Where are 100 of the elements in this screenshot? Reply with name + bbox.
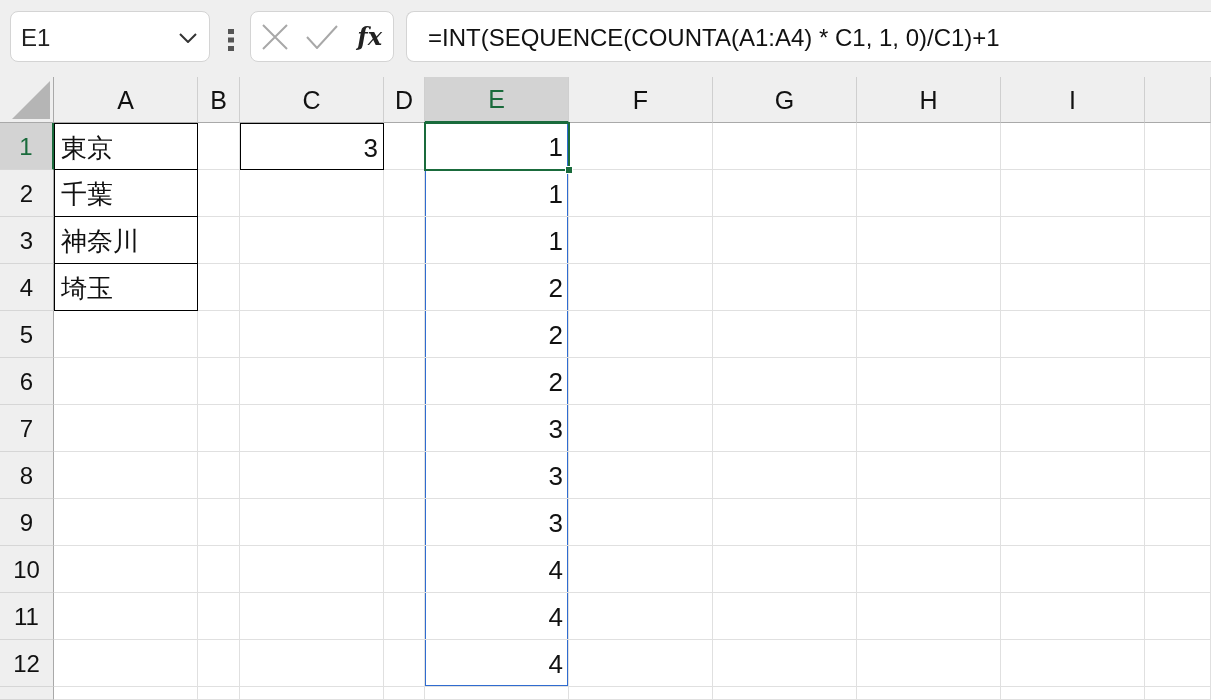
chevron-down-icon[interactable] [179, 32, 197, 43]
spreadsheet-cell[interactable]: 神奈川 [54, 217, 198, 264]
column-header[interactable]: C [240, 77, 384, 123]
spreadsheet-cell[interactable] [198, 123, 240, 170]
spreadsheet-cell[interactable] [384, 546, 425, 593]
spreadsheet-cell[interactable] [857, 452, 1001, 499]
spreadsheet-cell[interactable] [1145, 640, 1211, 687]
spreadsheet-cell[interactable] [857, 640, 1001, 687]
spreadsheet-cell[interactable] [198, 311, 240, 358]
column-header[interactable]: H [857, 77, 1001, 123]
spreadsheet-cell[interactable] [198, 687, 240, 700]
spreadsheet-cell[interactable] [1001, 217, 1145, 264]
spreadsheet-cell[interactable]: 千葉 [54, 170, 198, 217]
spreadsheet-cell[interactable]: 1 [425, 170, 569, 217]
row-header[interactable]: 5 [0, 311, 54, 358]
spreadsheet-cell[interactable] [384, 640, 425, 687]
spreadsheet-cell[interactable] [857, 687, 1001, 700]
spreadsheet-cell[interactable] [713, 311, 857, 358]
spreadsheet-cell[interactable] [857, 311, 1001, 358]
spreadsheet-cell[interactable]: 2 [425, 264, 569, 311]
spreadsheet-cell[interactable] [240, 452, 384, 499]
spreadsheet-cell[interactable] [857, 170, 1001, 217]
spreadsheet-cell[interactable] [384, 499, 425, 546]
spreadsheet-cell[interactable] [54, 640, 198, 687]
spreadsheet-cell[interactable] [569, 170, 713, 217]
spreadsheet-cell[interactable] [54, 358, 198, 405]
fill-handle-icon[interactable] [565, 166, 573, 174]
spreadsheet-cell[interactable] [54, 499, 198, 546]
row-header[interactable]: 6 [0, 358, 54, 405]
spreadsheet-cell[interactable] [240, 311, 384, 358]
spreadsheet-cell[interactable] [1145, 217, 1211, 264]
spreadsheet-cell[interactable] [240, 499, 384, 546]
spreadsheet-cell[interactable] [569, 311, 713, 358]
spreadsheet-cell[interactable] [384, 405, 425, 452]
spreadsheet-cell[interactable] [240, 264, 384, 311]
spreadsheet-cell[interactable]: 4 [425, 640, 569, 687]
spreadsheet-cell[interactable] [1001, 311, 1145, 358]
select-all-corner-icon[interactable] [12, 81, 50, 119]
spreadsheet-cell[interactable]: 埼玉 [54, 264, 198, 311]
spreadsheet-cell[interactable] [569, 687, 713, 700]
spreadsheet-cell[interactable]: 4 [425, 593, 569, 640]
spreadsheet-cell[interactable]: 4 [425, 546, 569, 593]
spreadsheet-cell[interactable] [857, 123, 1001, 170]
row-header[interactable]: 11 [0, 593, 54, 640]
spreadsheet-cell[interactable] [54, 452, 198, 499]
spreadsheet-cell[interactable] [240, 593, 384, 640]
formula-bar-field[interactable]: =INT(SEQUENCE(COUNTA(A1:A4) * C1, 1, 0)/C1)+1 [406, 11, 1211, 62]
spreadsheet-cell[interactable] [569, 499, 713, 546]
spreadsheet-cell[interactable] [1001, 640, 1145, 687]
spreadsheet-cell[interactable] [857, 217, 1001, 264]
row-header[interactable]: 10 [0, 546, 54, 593]
spreadsheet-cell[interactable] [384, 593, 425, 640]
spreadsheet-cell[interactable] [713, 170, 857, 217]
spreadsheet-cell[interactable]: 3 [425, 452, 569, 499]
spreadsheet-cell[interactable]: 1 [425, 123, 569, 170]
spreadsheet-cell[interactable] [1001, 358, 1145, 405]
spreadsheet-cell[interactable] [198, 593, 240, 640]
row-header[interactable]: 12 [0, 640, 54, 687]
spreadsheet-cell[interactable]: 2 [425, 311, 569, 358]
column-header[interactable]: B [198, 77, 240, 123]
spreadsheet-cell[interactable] [1001, 546, 1145, 593]
spreadsheet-cell[interactable] [384, 217, 425, 264]
spreadsheet-cell[interactable] [54, 687, 198, 700]
spreadsheet-cell[interactable] [198, 546, 240, 593]
spreadsheet-cell[interactable] [857, 499, 1001, 546]
spreadsheet-cell[interactable] [1001, 499, 1145, 546]
spreadsheet-cell[interactable] [384, 311, 425, 358]
row-header[interactable]: 4 [0, 264, 54, 311]
spreadsheet-cell[interactable] [384, 123, 425, 170]
checkmark-icon[interactable] [306, 24, 339, 49]
spreadsheet-cell[interactable] [569, 358, 713, 405]
name-box[interactable]: E1 [10, 11, 210, 62]
spreadsheet-cell[interactable] [569, 123, 713, 170]
spreadsheet-cell[interactable] [1145, 311, 1211, 358]
spreadsheet-cell[interactable] [713, 217, 857, 264]
spreadsheet-cell[interactable] [713, 358, 857, 405]
spreadsheet-cell[interactable] [198, 452, 240, 499]
column-header[interactable]: A [54, 77, 198, 123]
column-header[interactable] [1145, 77, 1211, 123]
spreadsheet-cell[interactable] [1001, 452, 1145, 499]
spreadsheet-cell[interactable] [713, 264, 857, 311]
spreadsheet-cell[interactable] [240, 546, 384, 593]
spreadsheet-cell[interactable] [384, 687, 425, 700]
spreadsheet-cell[interactable] [857, 546, 1001, 593]
spreadsheet-cell[interactable] [1145, 687, 1211, 700]
spreadsheet-cell[interactable] [569, 546, 713, 593]
spreadsheet-cell[interactable] [1145, 452, 1211, 499]
spreadsheet-cell[interactable] [713, 640, 857, 687]
spreadsheet-cell[interactable] [240, 405, 384, 452]
spreadsheet-cell[interactable]: 3 [425, 499, 569, 546]
spreadsheet-cell[interactable] [198, 405, 240, 452]
spreadsheet-cell[interactable] [198, 217, 240, 264]
spreadsheet-cell[interactable] [384, 358, 425, 405]
spreadsheet-cell[interactable] [198, 640, 240, 687]
spreadsheet-cell[interactable] [198, 499, 240, 546]
spreadsheet-cell[interactable] [1145, 358, 1211, 405]
spreadsheet-cell[interactable] [857, 358, 1001, 405]
spreadsheet-cell[interactable] [1145, 405, 1211, 452]
spreadsheet-cell[interactable] [569, 405, 713, 452]
spreadsheet-cell[interactable] [1145, 170, 1211, 217]
